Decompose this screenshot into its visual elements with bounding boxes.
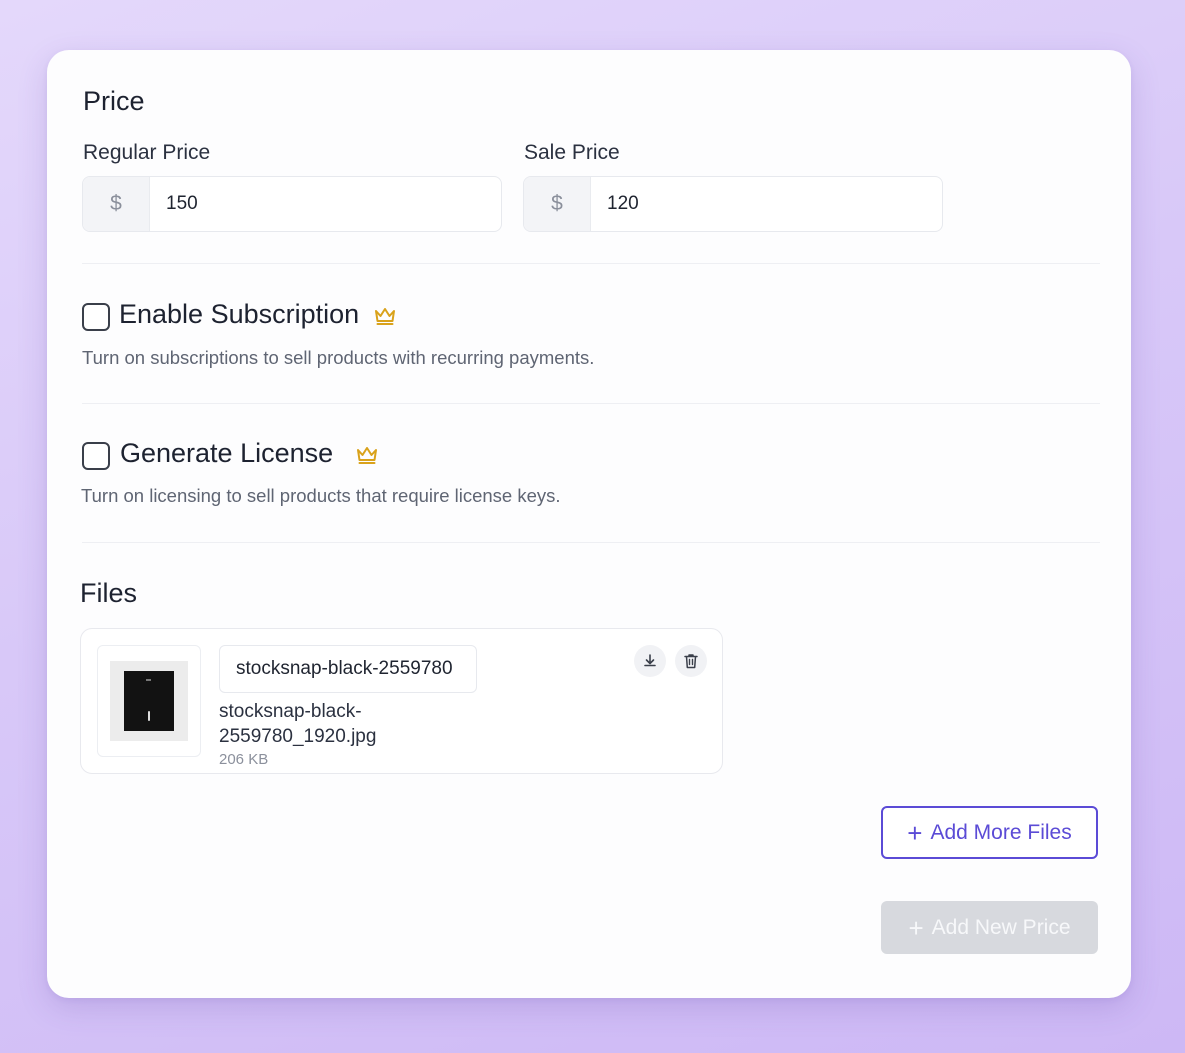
- file-size: 206 KB: [219, 751, 269, 768]
- delete-button[interactable]: [675, 645, 707, 677]
- trash-icon: [684, 654, 698, 669]
- file-name: stocksnap-black-2559780_1920.jpg: [219, 701, 377, 747]
- divider: [82, 403, 1100, 404]
- add-new-price-label: Add New Price: [931, 915, 1071, 939]
- download-icon: [644, 654, 656, 667]
- file-item: stocksnap-black-2559780 stocksnap-black-…: [80, 628, 723, 774]
- add-new-price-button[interactable]: + Add New Price: [881, 901, 1098, 954]
- file-thumbnail: [97, 645, 201, 757]
- price-section-title: Price: [83, 86, 145, 116]
- regular-price-input[interactable]: $ 150: [82, 176, 502, 232]
- enable-subscription-title: Enable Subscription: [119, 299, 360, 329]
- regular-price-value[interactable]: 150: [150, 177, 501, 231]
- license-description: Turn on licensing to sell products that …: [81, 485, 561, 506]
- generate-license-checkbox[interactable]: [82, 442, 110, 470]
- files-section-title: Files: [80, 578, 138, 608]
- file-thumbnail-image: [110, 661, 188, 741]
- sale-price-currency-prefix: $: [524, 177, 591, 231]
- regular-price-currency-prefix: $: [83, 177, 150, 231]
- crown-icon: [357, 447, 377, 464]
- generate-license-title: Generate License: [120, 438, 334, 468]
- divider: [82, 263, 1100, 264]
- divider: [82, 542, 1100, 543]
- plus-icon: +: [908, 912, 924, 943]
- sale-price-value[interactable]: 120: [591, 177, 942, 231]
- download-button[interactable]: [634, 645, 666, 677]
- enable-subscription-checkbox[interactable]: [82, 303, 110, 331]
- add-more-files-button[interactable]: + Add More Files: [881, 806, 1098, 859]
- crown-icon: [375, 308, 395, 325]
- thumbnail-book-graphic: [124, 671, 174, 731]
- sale-price-label: Sale Price: [524, 141, 620, 164]
- plus-icon: +: [907, 817, 923, 848]
- subscription-description: Turn on subscriptions to sell products w…: [82, 347, 595, 368]
- sale-price-input[interactable]: $ 120: [523, 176, 943, 232]
- file-display-name-input[interactable]: stocksnap-black-2559780: [219, 645, 477, 693]
- add-more-files-label: Add More Files: [930, 820, 1072, 844]
- product-pricing-card: Price Regular Price $ 150 Sale Price $ 1…: [47, 50, 1131, 998]
- regular-price-label: Regular Price: [83, 141, 211, 164]
